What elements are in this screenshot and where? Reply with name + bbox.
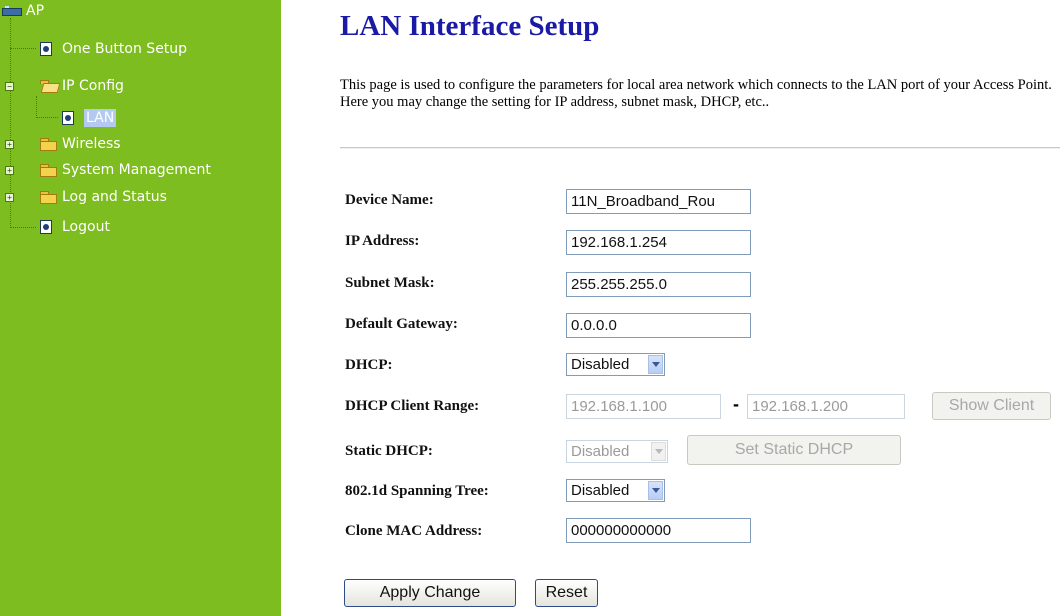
- tree-guide: [10, 48, 36, 49]
- page-icon: [40, 42, 52, 56]
- sidebar-item-label: Logout: [62, 219, 110, 235]
- sidebar-item-label: Log and Status: [62, 189, 167, 205]
- spanning-tree-label: 802.1d Spanning Tree:: [345, 483, 489, 499]
- set-static-dhcp-button[interactable]: Set Static DHCP: [687, 435, 901, 465]
- tree-guide: [10, 227, 36, 228]
- clone-mac-input[interactable]: 000000000000: [566, 518, 751, 543]
- dhcp-range-end-input[interactable]: 192.168.1.200: [747, 394, 905, 419]
- dhcp-range-start-input[interactable]: 192.168.1.100: [566, 394, 721, 419]
- chevron-down-icon: [648, 481, 663, 500]
- clone-mac-label: Clone MAC Address:: [345, 523, 483, 539]
- sidebar-item-label: Wireless: [62, 136, 121, 152]
- sidebar-item-label: System Management: [62, 162, 211, 178]
- sidebar-item-lan[interactable]: LAN: [62, 109, 117, 127]
- main-content: LAN Interface Setup This page is used to…: [281, 0, 1060, 616]
- dhcp-label: DHCP:: [345, 357, 393, 373]
- expand-toggle-system-management[interactable]: +: [5, 166, 14, 175]
- show-client-button[interactable]: Show Client: [932, 392, 1051, 420]
- default-gateway-label: Default Gateway:: [345, 316, 458, 332]
- sidebar-item-system-management[interactable]: System Management: [40, 161, 211, 179]
- expand-toggle-wireless[interactable]: +: [5, 140, 14, 149]
- subnet-mask-input[interactable]: 255.255.255.0: [566, 272, 751, 297]
- page-title: LAN Interface Setup: [340, 10, 600, 42]
- folder-icon: [40, 191, 57, 204]
- ip-address-input[interactable]: 192.168.1.254: [566, 230, 751, 255]
- divider: [340, 147, 1060, 149]
- subnet-mask-label: Subnet Mask:: [345, 275, 435, 291]
- static-dhcp-select[interactable]: Disabled: [566, 440, 668, 463]
- reset-button[interactable]: Reset: [535, 579, 598, 607]
- page-icon: [40, 220, 52, 234]
- static-dhcp-select-value: Disabled: [571, 443, 630, 460]
- sidebar-item-label: One Button Setup: [62, 41, 188, 57]
- spanning-tree-select-value: Disabled: [571, 482, 630, 499]
- sidebar-root-ap[interactable]: AP: [2, 2, 44, 20]
- sidebar-nav: AP One Button Setup − IP Config LAN + Wi…: [0, 0, 281, 616]
- tree-guide: [36, 117, 58, 118]
- apply-change-button[interactable]: Apply Change: [344, 579, 516, 607]
- sidebar-item-wireless[interactable]: Wireless: [40, 135, 121, 153]
- device-name-input[interactable]: 11N_Broadband_Rou: [566, 189, 751, 214]
- dhcp-select[interactable]: Disabled: [566, 353, 665, 376]
- sidebar-item-log-and-status[interactable]: Log and Status: [40, 188, 167, 206]
- folder-icon: [40, 164, 57, 177]
- spanning-tree-select[interactable]: Disabled: [566, 479, 665, 502]
- dhcp-client-range-label: DHCP Client Range:: [345, 398, 480, 414]
- expand-toggle-log-and-status[interactable]: +: [5, 193, 14, 202]
- chevron-down-icon: [648, 355, 663, 374]
- device-name-label: Device Name:: [345, 192, 434, 208]
- page-description: This page is used to configure the param…: [340, 77, 1052, 110]
- sidebar-item-label: IP Config: [62, 78, 124, 94]
- folder-icon: [40, 138, 57, 151]
- static-dhcp-label: Static DHCP:: [345, 443, 433, 459]
- sidebar-item-ip-config[interactable]: IP Config: [40, 77, 124, 95]
- sidebar-root-label: AP: [26, 3, 45, 19]
- chevron-down-icon: [651, 442, 666, 461]
- sidebar-item-label: LAN: [84, 109, 117, 127]
- tree-guide: [36, 96, 37, 118]
- sidebar-item-one-button-setup[interactable]: One Button Setup: [40, 40, 187, 58]
- sidebar-item-logout[interactable]: Logout: [40, 218, 110, 236]
- dhcp-select-value: Disabled: [571, 356, 630, 373]
- default-gateway-input[interactable]: 0.0.0.0: [566, 313, 751, 338]
- range-separator: -: [733, 394, 739, 414]
- collapse-toggle-ip-config[interactable]: −: [5, 82, 14, 91]
- network-icon: [2, 6, 22, 16]
- ip-address-label: IP Address:: [345, 233, 420, 249]
- folder-open-icon: [40, 80, 56, 92]
- page-icon: [62, 111, 74, 125]
